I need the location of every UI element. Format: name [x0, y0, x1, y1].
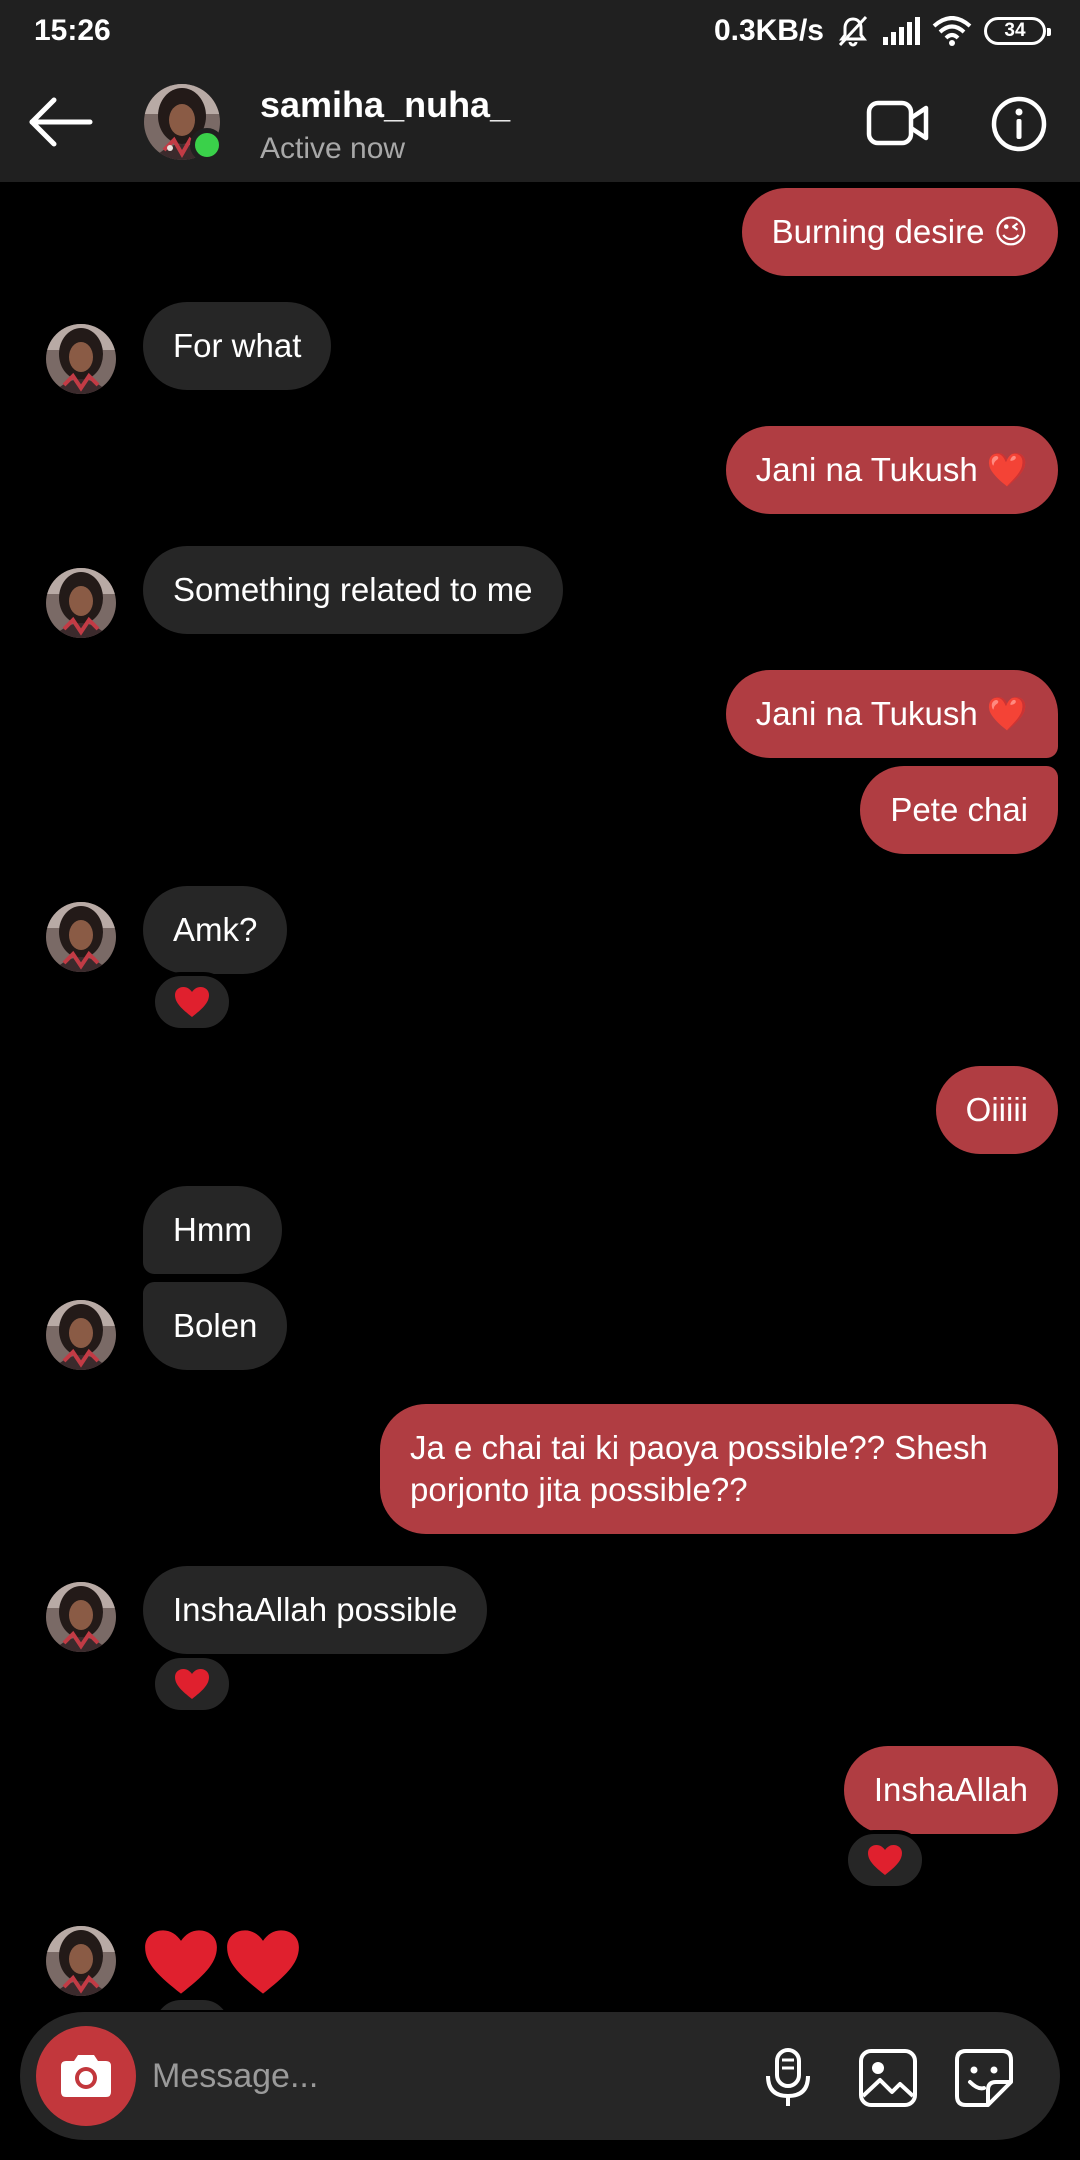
avatar[interactable] — [46, 568, 116, 638]
message-input[interactable] — [152, 2046, 672, 2106]
microphone-icon[interactable] — [756, 2046, 820, 2110]
incoming-message[interactable]: InshaAllah possible — [143, 1566, 488, 1654]
outgoing-message[interactable]: Pete chai — [860, 766, 1058, 854]
info-icon[interactable] — [990, 95, 1048, 153]
contact-username[interactable]: samiha_nuha_ — [260, 84, 510, 126]
red-heart-icon — [227, 1930, 299, 1994]
outgoing-message[interactable]: Oiiiii — [935, 1066, 1058, 1154]
gallery-icon[interactable] — [856, 2046, 920, 2110]
outgoing-message[interactable]: Ja e chai tai ki paoya possible?? Shesh … — [380, 1404, 1058, 1534]
avatar[interactable] — [46, 324, 116, 394]
back-arrow-icon[interactable] — [28, 96, 94, 148]
heart-emoji-message[interactable] — [143, 1928, 301, 1996]
avatar[interactable] — [46, 902, 116, 972]
outgoing-message[interactable]: Jani na Tukush ❤️ — [725, 426, 1058, 514]
outgoing-message[interactable]: Jani na Tukush ❤️ — [725, 670, 1058, 758]
camera-icon — [61, 2055, 111, 2097]
camera-button[interactable] — [36, 2026, 136, 2126]
message-thread[interactable]: Burning desire 😉 For what Jani na Tukush… — [0, 182, 1080, 2010]
heart-reaction-icon — [175, 987, 209, 1017]
message-composer — [20, 2012, 1060, 2140]
outgoing-message[interactable]: Burning desire 😉 — [741, 188, 1058, 276]
avatar[interactable] — [46, 1926, 116, 1996]
signal-icon — [883, 17, 920, 45]
sticker-icon[interactable] — [952, 2046, 1016, 2110]
network-speed: 0.3KB/s — [713, 14, 824, 47]
battery-icon: 34 — [984, 17, 1051, 45]
mute-bell-icon — [838, 15, 868, 47]
status-time: 15:26 — [34, 14, 111, 47]
red-heart-icon — [145, 1930, 217, 1994]
chat-header: samiha_nuha_ Active now — [0, 62, 1080, 182]
status-bar: 15:26 0.3KB/s 34 — [0, 0, 1080, 62]
heart-reaction-icon — [175, 1669, 209, 1699]
video-call-icon[interactable] — [866, 98, 930, 148]
battery-level: 34 — [1004, 20, 1026, 41]
reaction-badge[interactable] — [151, 1654, 233, 1714]
incoming-message[interactable]: Bolen — [143, 1282, 288, 1370]
reaction-badge[interactable] — [151, 972, 233, 1032]
wifi-icon — [932, 16, 972, 46]
incoming-message[interactable]: Something related to me — [143, 546, 563, 634]
heart-reaction-icon — [868, 1845, 902, 1875]
contact-status: Active now — [260, 132, 406, 165]
avatar[interactable] — [46, 1582, 116, 1652]
online-indicator — [190, 128, 224, 162]
reaction-badge[interactable] — [844, 1830, 926, 1890]
incoming-message[interactable]: For what — [143, 302, 332, 390]
status-indicators: 0.3KB/s 34 — [713, 14, 1051, 48]
reaction-badge[interactable] — [151, 1996, 233, 2010]
incoming-message[interactable]: Hmm — [143, 1186, 282, 1274]
avatar[interactable] — [46, 1300, 116, 1370]
outgoing-message[interactable]: InshaAllah — [843, 1746, 1058, 1834]
incoming-message[interactable]: Amk? — [143, 886, 288, 974]
